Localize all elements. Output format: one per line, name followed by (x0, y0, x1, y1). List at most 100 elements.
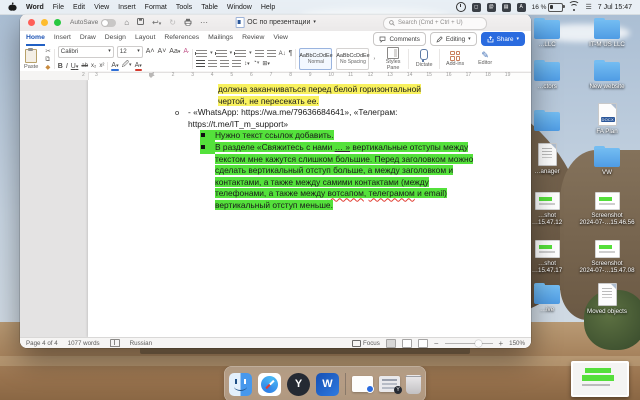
menubar-item-view[interactable]: View (94, 4, 109, 11)
screenshot-preview-thumbnail[interactable] (571, 361, 629, 397)
tab-review[interactable]: Review (242, 32, 264, 46)
tab-layout[interactable]: Layout (135, 32, 155, 46)
control-center-icon[interactable]: ☰ (585, 3, 591, 11)
screen-time-icon[interactable] (455, 2, 466, 12)
menubar-item-help[interactable]: Help (261, 4, 275, 11)
share-button[interactable]: Share ▾ (480, 32, 525, 46)
desktop-icon-moved-objects[interactable]: Moved objects (576, 283, 638, 315)
window-titlebar[interactable]: AutoSave ⌂ ↩▾ ↻ ⋯ ОС по презентации ▾ Se… (20, 14, 531, 32)
undo-icon[interactable]: ↩▾ (152, 18, 161, 27)
language-input-icon[interactable]: A (516, 2, 526, 12)
minimize-window-button[interactable] (41, 19, 48, 26)
desktop-icon-screenshot[interactable]: Screenshot 2024-07-…15.46.56 (576, 192, 638, 226)
copy-icon[interactable]: ⧉ (45, 56, 50, 63)
bullet-list-button[interactable] (196, 50, 208, 57)
clear-formatting-button[interactable]: A𝇆 (183, 48, 189, 56)
dock-mintab-icon[interactable] (379, 376, 402, 394)
tab-insert[interactable]: Insert (54, 32, 71, 46)
zoom-out-button[interactable]: − (434, 339, 439, 348)
document-title-area[interactable]: ОС по презентации ▾ (235, 17, 316, 28)
dock-trash-icon[interactable] (405, 374, 422, 394)
dictate-button[interactable]: Dictate (409, 47, 439, 71)
outline-view-button[interactable] (417, 338, 428, 348)
menubar-item-window[interactable]: Window (227, 4, 252, 11)
font-color-button[interactable]: A▾ (134, 62, 142, 71)
justify-button[interactable] (232, 60, 242, 67)
print-layout-view-button[interactable] (385, 338, 396, 348)
align-right-button[interactable] (220, 60, 230, 67)
document-page[interactable]: должна заканчиваться перед белой горизон… (88, 80, 531, 337)
word-count[interactable]: 1077 words (68, 340, 100, 347)
style-normal[interactable]: AaBbCcDdEe Normal (299, 48, 333, 70)
editor-button[interactable]: ✎ Editor (470, 47, 500, 71)
focus-mode-button[interactable]: Focus (351, 339, 380, 347)
editing-mode-button[interactable]: Editing ▾ (429, 32, 477, 46)
zoom-slider[interactable] (444, 339, 493, 347)
zoom-slider-knob[interactable] (474, 339, 482, 347)
subscript-button[interactable]: x₂ (91, 63, 96, 69)
sort-button[interactable]: A↓ (279, 51, 286, 57)
zoom-window-button[interactable] (54, 19, 61, 26)
menubar-item-insert[interactable]: Insert (118, 4, 136, 11)
desktop-icon-new-website[interactable]: New website (576, 60, 638, 90)
desktop-icon-vw[interactable]: VW (576, 146, 638, 176)
tab-mailings[interactable]: Mailings (208, 32, 233, 46)
underline-button[interactable]: U▾ (71, 63, 79, 70)
cut-icon[interactable]: ✂ (45, 48, 50, 55)
increase-indent-button[interactable] (266, 50, 276, 57)
numbered-list-button[interactable] (215, 50, 227, 57)
grow-font-button[interactable]: A˄ (146, 48, 155, 55)
menubar-item-file[interactable]: File (53, 4, 64, 11)
menubar-item-tools[interactable]: Tools (176, 4, 192, 11)
change-case-button[interactable]: Aa▾ (169, 48, 180, 55)
menubar-item-table[interactable]: Table (201, 4, 218, 11)
apple-logo-icon[interactable] (8, 2, 17, 12)
align-left-button[interactable] (196, 60, 206, 67)
home-icon[interactable]: ⌂ (124, 18, 129, 27)
zoom-level[interactable]: 150% (509, 340, 525, 347)
tab-draw[interactable]: Draw (80, 32, 96, 46)
dock-safari-icon[interactable] (258, 372, 281, 396)
search-field[interactable]: Search (Cmd + Ctrl + U) (383, 16, 487, 30)
status-icon-1[interactable]: ◻ (471, 2, 481, 12)
desktop-icon-it-m-us-llc[interactable]: IT-M US LLC (576, 18, 638, 48)
comments-button[interactable]: Comments (373, 32, 426, 46)
format-painter-icon[interactable]: ◆ (45, 64, 50, 71)
menubar-clock[interactable]: 7 Jul 15:47 (598, 4, 632, 11)
proofing-icon[interactable] (109, 339, 120, 347)
autosave-toggle[interactable] (101, 18, 117, 27)
shading-button[interactable]: ◔▾ (253, 59, 260, 68)
dock-word-icon[interactable]: W (316, 372, 339, 396)
menubar-item-word[interactable]: Word (26, 4, 44, 11)
strikethrough-button[interactable]: ab (81, 63, 88, 69)
shrink-font-button[interactable]: A˅ (158, 48, 167, 55)
superscript-button[interactable]: x² (99, 63, 104, 69)
style-no-spacing[interactable]: AaBbCcDdEe No Spacing (336, 48, 370, 70)
bold-button[interactable]: B (58, 63, 63, 70)
print-icon[interactable] (184, 18, 192, 28)
borders-button[interactable]: ⊞▾ (262, 60, 270, 67)
multilevel-list-button[interactable] (235, 50, 247, 57)
language-indicator[interactable]: Russian (130, 340, 152, 347)
dock-minwin-icon[interactable] (352, 376, 374, 393)
decrease-indent-button[interactable] (254, 50, 264, 57)
menubar-item-edit[interactable]: Edit (73, 4, 85, 11)
more-commands-icon[interactable]: ⋯ (200, 18, 208, 27)
styles-gallery-more-icon[interactable]: › (373, 56, 375, 62)
styles-pane-button[interactable]: Styles Pane (378, 47, 408, 71)
desktop-icon-fa-plan[interactable]: DOCX FA Plan (576, 103, 638, 135)
autosave-control[interactable]: AutoSave (70, 18, 117, 27)
page-indicator[interactable]: Page 4 of 4 (26, 340, 58, 347)
tab-references[interactable]: References (164, 32, 199, 46)
font-name-select[interactable]: Calibri ▾ (57, 45, 114, 58)
italic-button[interactable]: I (66, 63, 68, 70)
desktop-icon-screenshot[interactable]: Screenshot 2024-07-…15.47.08 (576, 240, 638, 274)
menubar-item-format[interactable]: Format (145, 4, 167, 11)
redo-icon[interactable]: ↻ (169, 18, 176, 27)
dock-finder-icon[interactable] (229, 372, 252, 396)
font-size-select[interactable]: 12 ▾ (116, 45, 143, 58)
zoom-in-button[interactable]: + (499, 339, 504, 348)
battery-indicator[interactable]: 16 % (532, 2, 566, 12)
line-spacing-button[interactable]: ↕▾ (244, 61, 250, 67)
text-effects-button[interactable]: A▾ (111, 62, 119, 71)
